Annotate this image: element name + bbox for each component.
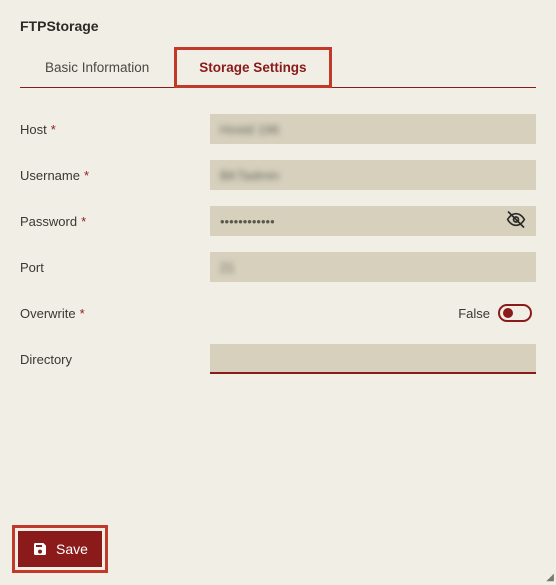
- save-button[interactable]: Save: [18, 531, 102, 567]
- label-port-text: Port: [20, 260, 44, 275]
- overwrite-value-label: False: [458, 306, 490, 321]
- label-password: Password *: [20, 214, 210, 229]
- required-mark: *: [51, 122, 56, 137]
- save-highlight: Save: [12, 525, 108, 573]
- label-username: Username *: [20, 168, 210, 183]
- eye-off-icon[interactable]: [506, 210, 526, 233]
- label-directory-text: Directory: [20, 352, 72, 367]
- port-input[interactable]: 21: [210, 252, 536, 282]
- required-mark: *: [84, 168, 89, 183]
- required-mark: *: [80, 306, 85, 321]
- row-port: Port 21: [20, 252, 536, 282]
- row-username: Username * BKTadmin: [20, 160, 536, 190]
- label-password-text: Password: [20, 214, 77, 229]
- row-overwrite: Overwrite * False: [20, 298, 536, 328]
- label-host-text: Host: [20, 122, 47, 137]
- password-input[interactable]: ••••••••••••: [210, 206, 536, 236]
- label-overwrite-text: Overwrite: [20, 306, 76, 321]
- port-value: 21: [220, 260, 234, 275]
- directory-input[interactable]: [210, 344, 536, 374]
- host-input[interactable]: Hostd 196: [210, 114, 536, 144]
- label-host: Host *: [20, 122, 210, 137]
- required-mark: *: [81, 214, 86, 229]
- tab-bar: Basic Information Storage Settings: [20, 46, 536, 88]
- tab-basic-information[interactable]: Basic Information: [20, 47, 174, 88]
- save-icon: [32, 541, 48, 557]
- overwrite-control: False: [210, 304, 536, 322]
- host-value: Hostd 196: [220, 122, 279, 137]
- password-value: ••••••••••••: [220, 214, 275, 229]
- form-storage-settings: Host * Hostd 196 Username * BKTadmin Pas…: [0, 88, 556, 374]
- label-port: Port: [20, 260, 210, 275]
- tab-storage-settings[interactable]: Storage Settings: [174, 47, 331, 88]
- username-value: BKTadmin: [220, 168, 279, 183]
- row-host: Host * Hostd 196: [20, 114, 536, 144]
- toggle-knob: [503, 308, 513, 318]
- row-password: Password * ••••••••••••: [20, 206, 536, 236]
- resize-handle-icon: ◢: [546, 572, 554, 583]
- save-button-label: Save: [56, 541, 88, 557]
- label-directory: Directory: [20, 352, 210, 367]
- label-username-text: Username: [20, 168, 80, 183]
- overwrite-toggle[interactable]: [498, 304, 532, 322]
- username-input[interactable]: BKTadmin: [210, 160, 536, 190]
- label-overwrite: Overwrite *: [20, 306, 210, 321]
- page-title: FTPStorage: [0, 0, 556, 46]
- row-directory: Directory: [20, 344, 536, 374]
